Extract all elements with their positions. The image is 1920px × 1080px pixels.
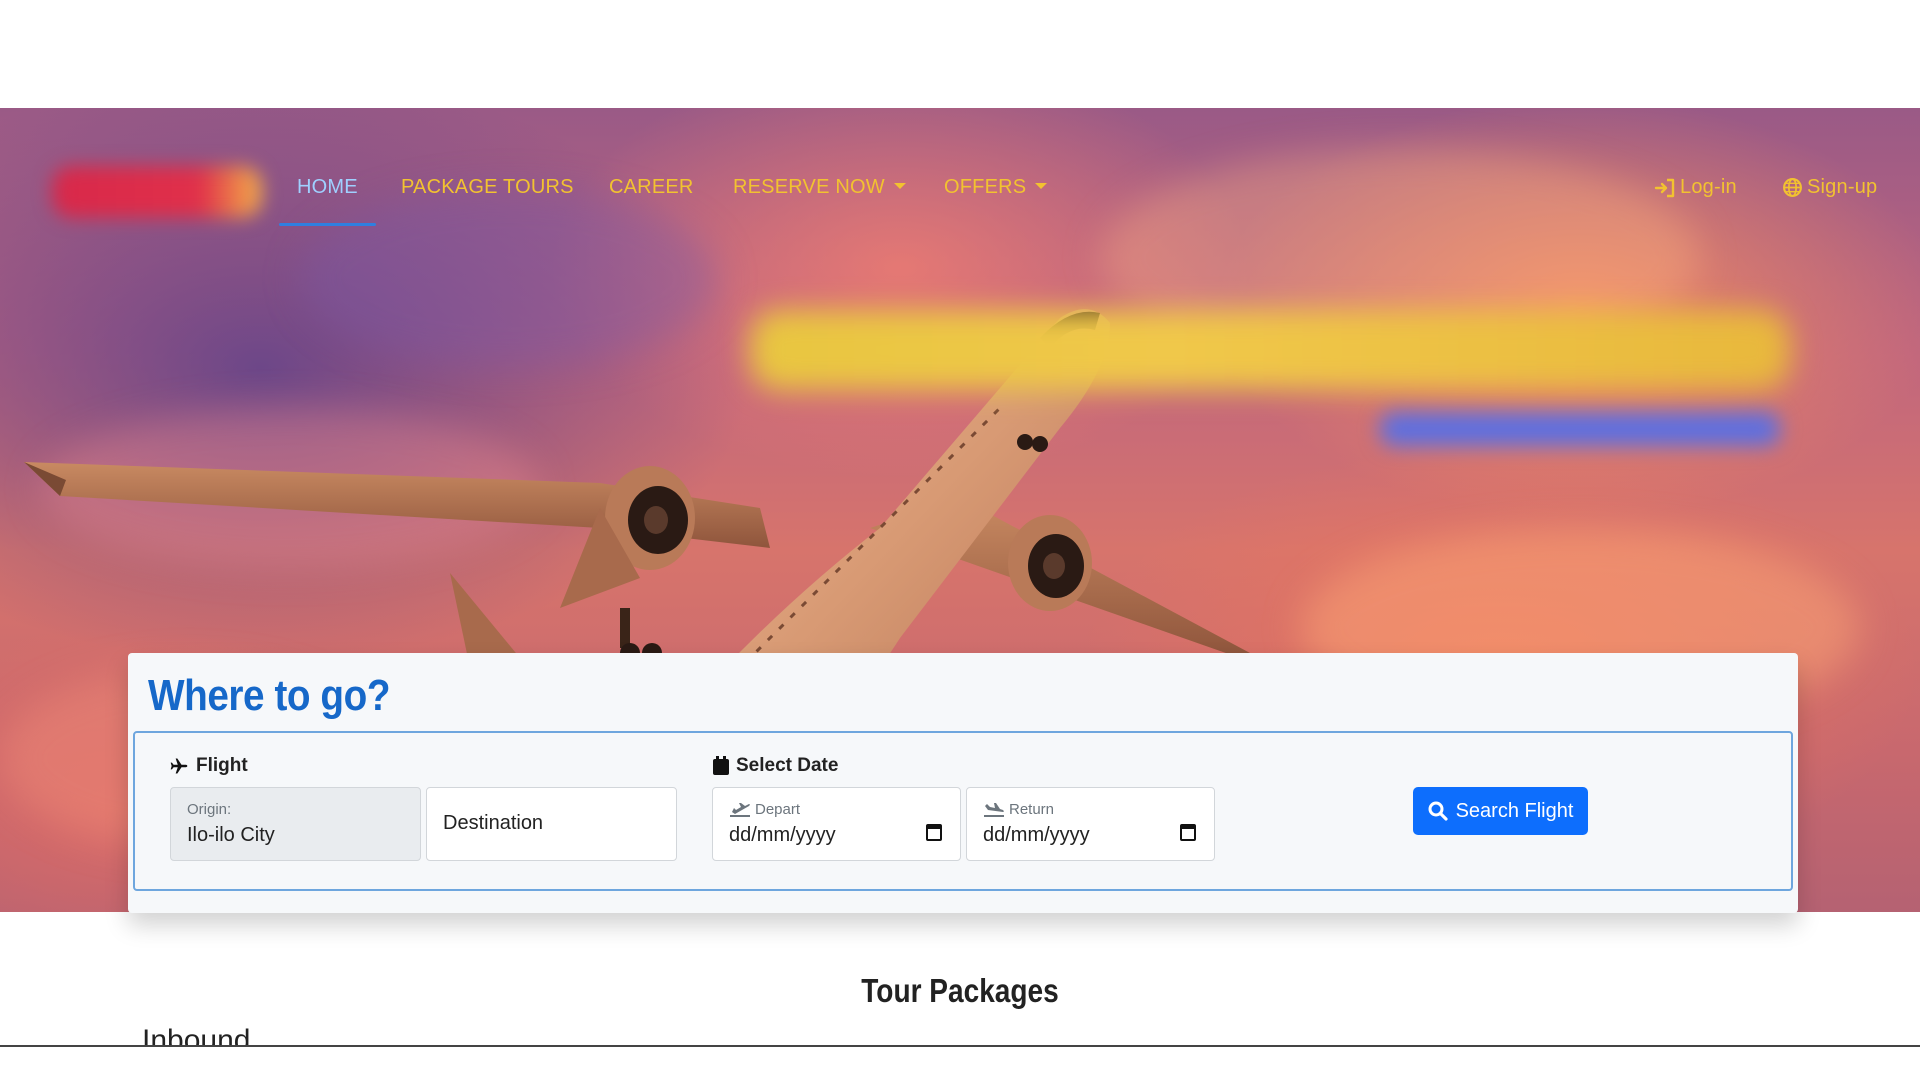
tour-packages-heading: Tour Packages [861,972,1059,1009]
destination-placeholder: Destination [443,812,544,834]
date-section-label: Select Date [712,755,838,777]
search-flight-label: Search Flight [1455,799,1574,822]
globe-icon [1783,178,1802,197]
plane-departure-icon [730,802,750,817]
flight-section-label: Flight [168,755,248,777]
main-navbar: HOME PACKAGE TOURS CAREER RESERVE NOW OF… [0,176,1920,216]
destination-input[interactable]: Destination [426,787,677,861]
search-title: Where to go? [148,671,391,720]
depart-label: Depart [755,801,801,818]
signup-label: Sign-up [1807,176,1878,198]
sign-in-icon [1654,178,1675,197]
nav-reserve-now-label: RESERVE NOW [733,176,885,198]
nav-home[interactable]: HOME [297,176,358,199]
nav-package-tours[interactable]: PACKAGE TOURS [401,176,574,199]
origin-label: Origin: [187,801,232,818]
origin-value: Ilo-ilo City [187,824,275,846]
return-label-wrap: Return [983,801,1054,818]
nav-offers-label: OFFERS [944,176,1027,198]
login-link[interactable]: Log-in [1654,176,1737,199]
flight-search-card: Where to go? Flight Origin: Ilo-ilo City… [128,653,1798,913]
return-date-input[interactable]: Return dd/mm/yyyy [966,787,1215,861]
caret-down-icon [1035,183,1048,189]
depart-value: dd/mm/yyyy [729,824,836,846]
depart-date-input[interactable]: Depart dd/mm/yyyy [712,787,961,861]
origin-field[interactable]: Origin: Ilo-ilo City [170,787,421,861]
active-nav-indicator [279,223,376,226]
hero-headline-blurred [750,310,1790,390]
signup-link[interactable]: Sign-up [1782,176,1877,199]
plane-icon [170,758,188,774]
nav-reserve-now[interactable]: RESERVE NOW [733,176,906,199]
calendar-picker-icon[interactable] [926,824,942,841]
calendar-icon [713,756,729,775]
nav-career[interactable]: CAREER [609,176,694,199]
flight-label: Flight [196,755,248,776]
nav-offers[interactable]: OFFERS [944,176,1048,199]
hero-subheadline-blurred [1380,412,1780,446]
date-label: Select Date [736,755,839,776]
return-label: Return [1009,801,1055,818]
return-value: dd/mm/yyyy [983,824,1090,846]
calendar-picker-icon[interactable] [1180,824,1196,841]
search-icon [1428,801,1448,821]
login-label: Log-in [1680,176,1737,198]
depart-label-wrap: Depart [729,801,800,818]
plane-arrival-icon [984,802,1004,817]
search-flight-button[interactable]: Search Flight [1413,787,1588,835]
bottom-blank [0,1047,1920,1080]
caret-down-icon [893,183,906,189]
